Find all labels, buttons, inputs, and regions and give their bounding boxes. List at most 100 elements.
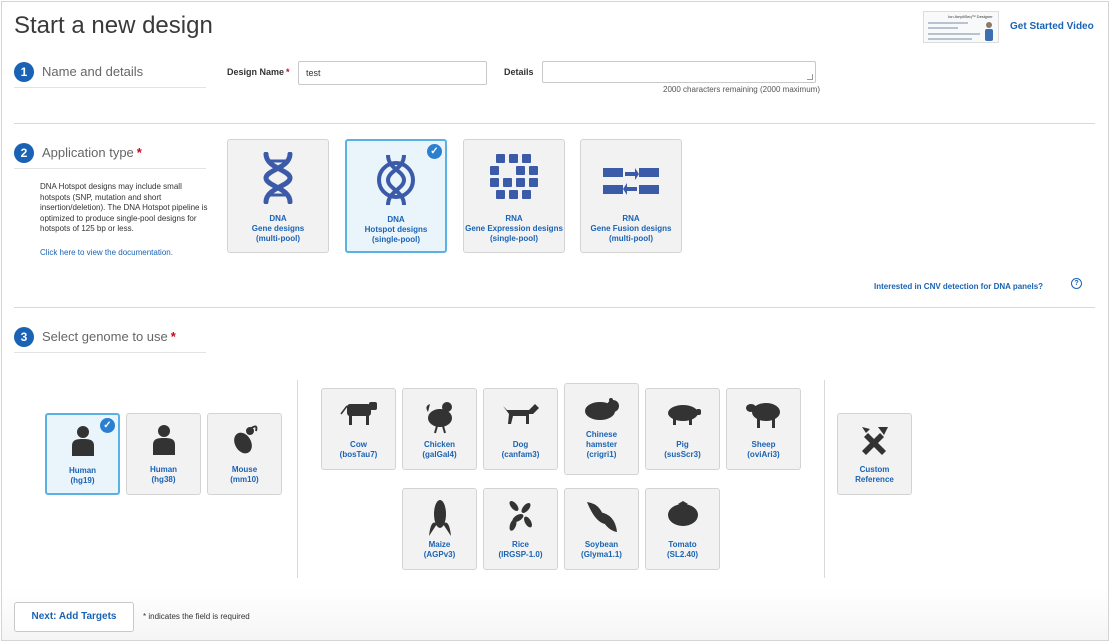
app-line-3: (single-pool) [372, 235, 420, 244]
genome-build: (AGPv3) [423, 550, 456, 559]
genome-label: Mouse (mm10) [208, 465, 281, 485]
genome-card-human-hg38[interactable]: Human (hg38) [126, 413, 201, 495]
step-3-label-text: Select genome to use [42, 329, 168, 344]
next-add-targets-button[interactable]: Next: Add Targets [14, 602, 134, 632]
step-3-header: 3 Select genome to use * [14, 323, 206, 353]
genome-name: Human [149, 465, 178, 474]
genome-name: Mouse [231, 465, 258, 474]
required-field-note: * indicates the field is required [143, 612, 250, 621]
genome-group-divider [297, 380, 298, 578]
genome-label: Dog (canfam3) [484, 440, 557, 460]
genome-card-mouse[interactable]: Mouse (mm10) [207, 413, 282, 495]
required-marker: * [136, 145, 142, 160]
genome-label: Maize (AGPv3) [403, 540, 476, 560]
human-icon [152, 425, 175, 455]
video-thumbnail[interactable]: Ion AmpliSeq™ Designer [923, 11, 999, 43]
step-2-header: 2 Application type * [14, 139, 206, 169]
app-line-2: Gene designs [251, 224, 305, 233]
genome-card-chicken[interactable]: Chicken (galGal4) [402, 388, 477, 470]
genome-build: (canfam3) [501, 450, 540, 459]
genome-card-human-hg19[interactable]: ✓ Human (hg19) [45, 413, 120, 495]
genome-card-maize[interactable]: Maize (AGPv3) [402, 488, 477, 570]
genome-name: Maize [428, 540, 451, 549]
genome-card-cow[interactable]: Cow (bosTau7) [321, 388, 396, 470]
genome-card-custom-reference[interactable]: Custom Reference [837, 413, 912, 495]
app-line-2: Hotspot designs [364, 225, 428, 234]
app-card-label: DNA Gene designs (multi-pool) [228, 214, 328, 244]
genome-label: Tomato (SL2.40) [646, 540, 719, 560]
genome-build: (crigri1) [586, 450, 617, 459]
documentation-link[interactable]: Click here to view the documentation. [40, 248, 173, 257]
hamster-icon [584, 398, 619, 420]
soybean-icon [586, 502, 617, 532]
genome-name: Cow [350, 440, 367, 449]
step-1-badge: 1 [14, 62, 34, 82]
design-name-label: Design Name * [227, 67, 290, 77]
genome-label: Human (hg38) [127, 465, 200, 485]
genome-label: Cow (bosTau7) [322, 440, 395, 460]
divider [14, 307, 1095, 308]
dog-icon [502, 404, 539, 424]
app-line-3: (multi-pool) [256, 234, 300, 243]
genome-build: (galGal4) [422, 450, 457, 459]
genome-card-chinese-hamster[interactable]: Chinese hamster (crigri1) [564, 383, 639, 475]
genome-name: Soybean [584, 540, 619, 549]
video-thumbnail-title: Ion AmpliSeq™ Designer [948, 14, 993, 19]
chicken-icon [425, 402, 452, 434]
presenter-icon [985, 22, 993, 41]
genome-card-dog[interactable]: Dog (canfam3) [483, 388, 558, 470]
genome-label: Human (hg19) [47, 466, 118, 486]
genome-card-rice[interactable]: Rice (IRGSP-1.0) [483, 488, 558, 570]
details-char-count: 2000 characters remaining (2000 maximum) [663, 85, 820, 94]
app-line-2: Gene Expression designs [465, 224, 563, 233]
genome-name: Chinese hamster [585, 430, 618, 449]
details-textarea[interactable] [542, 61, 816, 83]
dna-helix-icon [263, 152, 293, 204]
genome-name: Human [68, 466, 97, 475]
rna-fusion-icon [603, 168, 659, 195]
human-icon [71, 426, 94, 456]
app-card-rna-expression[interactable]: RNA Gene Expression designs (single-pool… [463, 139, 565, 253]
genome-card-tomato[interactable]: Tomato (SL2.40) [645, 488, 720, 570]
help-icon[interactable]: ? [1071, 278, 1082, 289]
app-line-1: DNA [269, 214, 287, 223]
genome-build: (susScr3) [664, 450, 701, 459]
step-2-label-text: Application type [42, 145, 134, 160]
genome-build: (bosTau7) [339, 450, 378, 459]
genome-name: Rice [512, 540, 529, 549]
genome-build: (SL2.40) [666, 550, 699, 559]
genome-card-pig[interactable]: Pig (susScr3) [645, 388, 720, 470]
genome-card-soybean[interactable]: Soybean (Glyma1.1) [564, 488, 639, 570]
application-description: DNA Hotspot designs may include small ho… [40, 182, 208, 233]
genome-label: Chicken (galGal4) [403, 440, 476, 460]
sheep-icon [745, 403, 780, 428]
genome-group-divider [824, 380, 825, 578]
genome-build: (mm10) [230, 475, 259, 484]
rna-expression-icon [490, 154, 538, 199]
design-name-input[interactable] [298, 61, 487, 85]
genome-build: (IRGSP-1.0) [498, 550, 543, 559]
selected-check-icon: ✓ [427, 144, 442, 159]
cow-icon [339, 402, 377, 425]
selected-check-icon: ✓ [100, 418, 115, 433]
app-card-dna-hotspot[interactable]: ✓ DNA Hotspot designs (single-pool) [345, 139, 447, 253]
cnv-detection-link[interactable]: Interested in CNV detection for DNA pane… [874, 282, 1043, 291]
app-line-3: (single-pool) [490, 234, 538, 243]
genome-card-sheep[interactable]: Sheep (oviAri3) [726, 388, 801, 470]
genome-label: Rice (IRGSP-1.0) [484, 540, 557, 560]
resize-grip-icon[interactable] [807, 74, 813, 80]
app-card-dna-gene[interactable]: DNA Gene designs (multi-pool) [227, 139, 329, 253]
step-3-label: Select genome to use * [42, 329, 176, 344]
app-card-rna-fusion[interactable]: RNA Gene Fusion designs (multi-pool) [580, 139, 682, 253]
pig-icon [667, 405, 701, 425]
step-2-label: Application type * [42, 145, 142, 160]
dna-hotspot-icon [377, 154, 415, 206]
get-started-video-link[interactable]: Get Started Video [1010, 21, 1094, 32]
genome-label: Custom Reference [838, 465, 911, 485]
genome-build: (Glyma1.1) [581, 550, 622, 559]
genome-label: Soybean (Glyma1.1) [565, 540, 638, 560]
app-line-1: RNA [505, 214, 523, 223]
genome-name: Tomato [668, 540, 697, 549]
genome-build: (hg38) [151, 475, 176, 484]
genome-name: Pig [676, 440, 689, 449]
